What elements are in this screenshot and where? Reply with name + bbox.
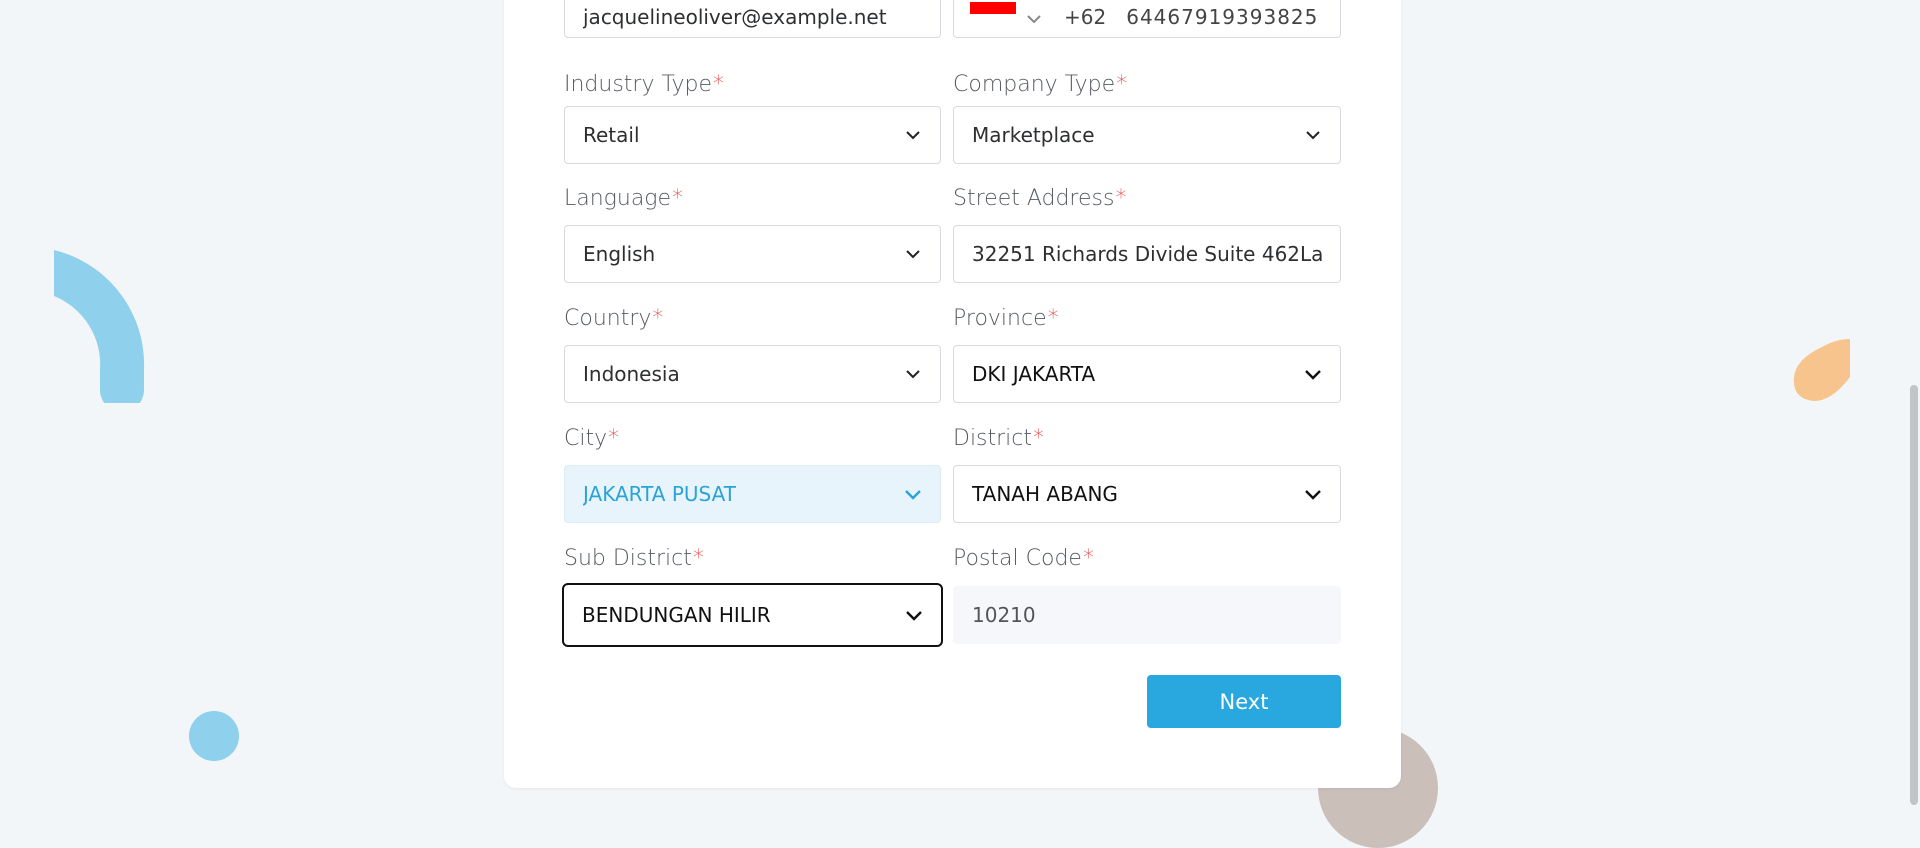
scrollbar-thumb[interactable] xyxy=(1910,385,1918,805)
country-label: Country* xyxy=(564,306,664,331)
country-value: Indonesia xyxy=(583,362,680,386)
district-value: TANAH ABANG xyxy=(972,482,1118,506)
industry-type-select[interactable]: Retail xyxy=(564,106,941,164)
company-type-label: Company Type* xyxy=(953,72,1128,97)
required-mark: * xyxy=(692,546,704,571)
chevron-down-icon xyxy=(1304,365,1322,383)
phone-field[interactable]: +62 64467919393825 xyxy=(953,0,1341,38)
chevron-down-icon xyxy=(904,485,922,503)
chevron-down-icon xyxy=(904,245,922,263)
chevron-down-icon xyxy=(904,365,922,383)
chevron-down-icon xyxy=(1304,485,1322,503)
required-mark: * xyxy=(1033,426,1045,451)
company-type-select[interactable]: Marketplace xyxy=(953,106,1341,164)
country-select[interactable]: Indonesia xyxy=(564,345,941,403)
phone-number-value: 64467919393825 xyxy=(1126,5,1319,29)
street-address-label: Street Address* xyxy=(953,186,1127,211)
phone-country-code: +62 xyxy=(1064,5,1107,29)
chevron-down-icon xyxy=(1304,126,1322,144)
required-mark: * xyxy=(1115,186,1127,211)
chevron-down-icon xyxy=(904,126,922,144)
company-type-value: Marketplace xyxy=(972,123,1095,147)
city-value: JAKARTA PUSAT xyxy=(583,482,736,506)
language-label: Language* xyxy=(564,186,684,211)
industry-type-label: Industry Type* xyxy=(564,72,725,97)
street-address-value: 32251 Richards Divide Suite 462Lake xyxy=(972,242,1322,266)
email-field[interactable]: jacquelineoliver@example.net xyxy=(564,0,941,38)
city-select[interactable]: JAKARTA PUSAT xyxy=(564,465,941,523)
sub-district-label: Sub District* xyxy=(564,546,704,571)
postal-code-value: 10210 xyxy=(972,603,1036,627)
required-mark: * xyxy=(652,306,664,331)
district-label: District* xyxy=(953,426,1045,451)
language-value: English xyxy=(583,242,656,266)
decorative-orange-shape xyxy=(1793,339,1850,401)
required-mark: * xyxy=(608,426,620,451)
indonesia-flag-icon[interactable] xyxy=(970,2,1016,14)
required-mark: * xyxy=(672,186,684,211)
province-label: Province* xyxy=(953,306,1059,331)
required-mark: * xyxy=(1116,72,1128,97)
sub-district-select[interactable]: BENDUNGAN HILIR xyxy=(562,583,943,647)
chevron-down-icon[interactable] xyxy=(1026,5,1042,29)
required-mark: * xyxy=(1047,306,1059,331)
decorative-blue-arc xyxy=(54,250,145,403)
next-button[interactable]: Next xyxy=(1147,675,1341,728)
district-select[interactable]: TANAH ABANG xyxy=(953,465,1341,523)
postal-code-label: Postal Code* xyxy=(953,546,1094,571)
required-mark: * xyxy=(713,72,725,97)
email-value: jacquelineoliver@example.net xyxy=(583,5,887,29)
scrollbar-track[interactable] xyxy=(1908,0,1920,812)
decorative-blue-dot xyxy=(189,711,239,761)
required-mark: * xyxy=(1082,546,1094,571)
industry-type-value: Retail xyxy=(583,123,640,147)
city-label: City* xyxy=(564,426,620,451)
chevron-down-icon xyxy=(905,606,923,624)
sub-district-value: BENDUNGAN HILIR xyxy=(582,603,771,627)
street-address-input[interactable]: 32251 Richards Divide Suite 462Lake xyxy=(953,225,1341,283)
postal-code-input[interactable]: 10210 xyxy=(953,586,1341,644)
language-select[interactable]: English xyxy=(564,225,941,283)
province-value: DKI JAKARTA xyxy=(972,362,1096,386)
province-select[interactable]: DKI JAKARTA xyxy=(953,345,1341,403)
